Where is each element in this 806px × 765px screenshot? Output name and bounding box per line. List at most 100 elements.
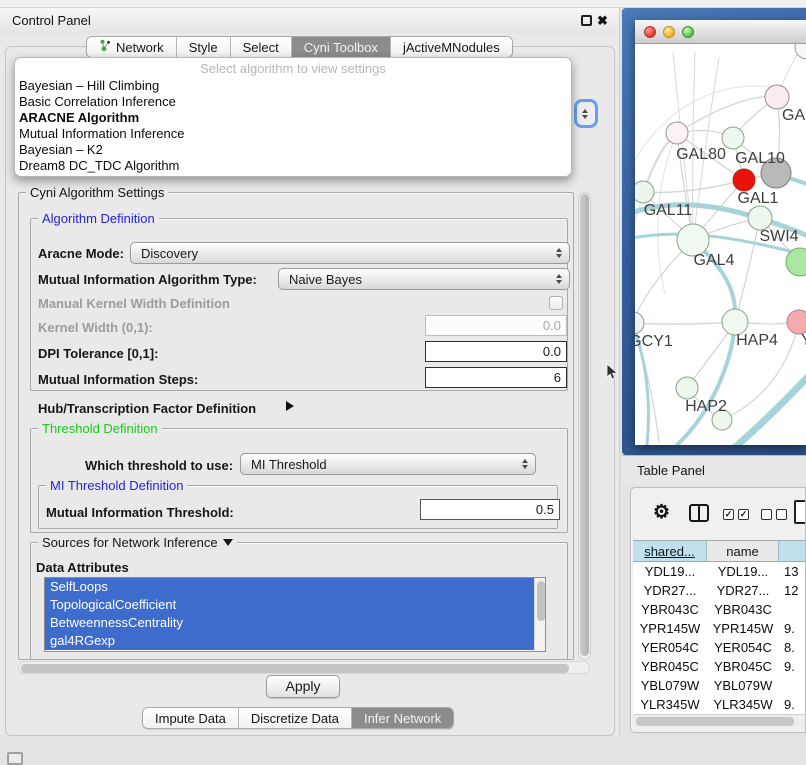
tab-network[interactable]: Network bbox=[87, 37, 176, 57]
combo-stepper-icon bbox=[582, 109, 588, 119]
table-horizontal-scrollbar[interactable] bbox=[633, 714, 805, 727]
bottom-tab-infer-network[interactable]: Infer Network bbox=[351, 708, 453, 728]
tab-style[interactable]: Style bbox=[176, 37, 230, 57]
attribute-item-gal4rgexp[interactable]: gal4RGexp bbox=[45, 632, 534, 650]
algorithm-option-mutual-information-inference[interactable]: Mutual Information Inference bbox=[15, 126, 571, 142]
network-node-label: GAL1 bbox=[738, 190, 779, 207]
table-row[interactable]: YDR27...YDR27...12 bbox=[633, 581, 806, 600]
table-cell bbox=[779, 600, 806, 619]
attributes-list-scrollbar[interactable] bbox=[534, 578, 545, 651]
tab-jactivemnodules[interactable]: jActiveMNodules bbox=[390, 37, 512, 57]
scrollbar-thumb[interactable] bbox=[636, 717, 794, 726]
algorithm-definition-title: Algorithm Definition bbox=[38, 211, 159, 226]
column-header-2[interactable] bbox=[779, 540, 806, 562]
network-node[interactable] bbox=[635, 312, 644, 334]
bottom-tabs: Impute DataDiscretize DataInfer Network bbox=[142, 707, 454, 729]
scrollbar-thumb[interactable] bbox=[537, 581, 545, 621]
kernel-width-label: Kernel Width (0,1): bbox=[38, 320, 153, 335]
attribute-item-selfloops[interactable]: SelfLoops bbox=[45, 578, 534, 596]
network-node-label: SWI4 bbox=[759, 228, 798, 245]
which-threshold-select[interactable]: MI Threshold bbox=[240, 453, 536, 475]
network-node-label: GCY1 bbox=[635, 333, 673, 350]
close-icon[interactable]: ✖ bbox=[597, 12, 608, 30]
mi-steps-label: Mutual Information Steps: bbox=[38, 372, 198, 387]
manual-kernel-width-checkbox[interactable] bbox=[549, 296, 563, 310]
columns-icon[interactable] bbox=[689, 504, 709, 522]
table-row[interactable]: YBL079WYBL079W bbox=[633, 676, 806, 695]
zoom-traffic-light-icon[interactable] bbox=[682, 26, 694, 38]
algorithm-option-aracne-algorithm[interactable]: ARACNE Algorithm bbox=[15, 110, 571, 126]
apply-button[interactable]: Apply bbox=[266, 675, 340, 698]
settings-horizontal-scrollbar[interactable] bbox=[18, 661, 590, 674]
expand-arrow-icon[interactable] bbox=[286, 401, 294, 411]
network-node[interactable] bbox=[787, 310, 806, 334]
table-cell: YDL19... bbox=[633, 562, 707, 581]
minimize-traffic-light-icon[interactable] bbox=[663, 26, 675, 38]
dpi-tolerance-label: DPI Tolerance [0,1]: bbox=[38, 346, 158, 361]
network-node[interactable] bbox=[676, 377, 698, 399]
table-cell: YPR145W bbox=[707, 619, 779, 638]
network-node[interactable] bbox=[795, 44, 806, 59]
network-window-titlebar[interactable] bbox=[635, 20, 806, 44]
collapsed-panel-icon[interactable] bbox=[7, 752, 23, 765]
mi-steps-field[interactable]: 6 bbox=[425, 367, 567, 388]
table-row[interactable]: YBR045CYBR045C9. bbox=[633, 657, 806, 676]
table-row[interactable]: YBR043CYBR043C bbox=[633, 600, 806, 619]
dpi-tolerance-field[interactable]: 0.0 bbox=[425, 341, 567, 362]
mi-algorithm-type-label: Mutual Information Algorithm Type: bbox=[38, 272, 257, 287]
attribute-item-betweennesscentrality[interactable]: BetweennessCentrality bbox=[45, 614, 534, 632]
gear-icon[interactable]: ⚙ bbox=[653, 502, 670, 524]
scrollbar-thumb[interactable] bbox=[580, 194, 589, 656]
mi-algorithm-type-select[interactable]: Naive Bayes bbox=[278, 268, 570, 290]
attribute-item-topologicalcoefficient[interactable]: TopologicalCoefficient bbox=[45, 596, 534, 614]
network-node-label: GAL4 bbox=[694, 252, 735, 269]
network-node[interactable] bbox=[765, 85, 789, 109]
sources-title[interactable]: Sources for Network Inference bbox=[42, 535, 218, 550]
network-canvas[interactable]: GALGAL80GAL10GAL1GAL11SWI4GAL4GCY1HAP4YH… bbox=[635, 44, 806, 445]
table-cell: YBR043C bbox=[707, 600, 779, 619]
tab-label: Select bbox=[243, 40, 279, 55]
network-node[interactable] bbox=[635, 181, 654, 203]
mi-threshold-label: Mutual Information Threshold: bbox=[46, 505, 234, 520]
combo-stepper-icon bbox=[556, 274, 562, 284]
mi-threshold-definition-title: MI Threshold Definition bbox=[46, 478, 187, 493]
table-rows: YDL19...YDL19...13YDR27...YDR27...12YBR0… bbox=[633, 562, 806, 714]
bottom-tab-impute-data[interactable]: Impute Data bbox=[143, 708, 238, 728]
column-header-shared[interactable]: shared... bbox=[633, 540, 707, 562]
settings-vertical-scrollbar[interactable] bbox=[578, 192, 591, 660]
table-row[interactable]: YPR145WYPR145W9. bbox=[633, 619, 806, 638]
collapse-arrow-icon[interactable] bbox=[223, 539, 233, 546]
unselect-all-columns-icon[interactable] bbox=[761, 509, 787, 520]
network-node[interactable] bbox=[748, 206, 772, 230]
table-row[interactable]: YLR345WYLR345W9. bbox=[633, 695, 806, 714]
close-traffic-light-icon[interactable] bbox=[644, 26, 656, 38]
float-panel-icon[interactable] bbox=[581, 15, 592, 26]
network-node[interactable] bbox=[733, 169, 755, 191]
tab-select[interactable]: Select bbox=[230, 37, 291, 57]
hub-definition-label[interactable]: Hub/Transcription Factor Definition bbox=[38, 401, 256, 416]
bottom-tab-discretize-data[interactable]: Discretize Data bbox=[238, 708, 351, 728]
table-row[interactable]: YDL19...YDL19...13 bbox=[633, 562, 806, 581]
export-table-icon[interactable] bbox=[794, 500, 806, 524]
algorithm-option-basic-correlation-inference[interactable]: Basic Correlation Inference bbox=[15, 94, 571, 110]
algorithm-option-dream8-dc-tdc-algorithm[interactable]: Dream8 DC_TDC Algorithm bbox=[15, 158, 571, 174]
table-cell: 9. bbox=[779, 619, 806, 638]
scrollbar-thumb[interactable] bbox=[21, 664, 569, 673]
algorithm-option-bayesian-hill-climbing[interactable]: Bayesian – Hill Climbing bbox=[15, 78, 571, 94]
network-node-label: GAL80 bbox=[676, 146, 726, 163]
manual-kernel-width-label: Manual Kernel Width Definition bbox=[38, 296, 230, 311]
network-node[interactable] bbox=[666, 122, 688, 144]
tab-cyni-toolbox[interactable]: Cyni Toolbox bbox=[291, 37, 390, 57]
aracne-mode-select[interactable]: Discovery bbox=[130, 242, 570, 264]
node-table: shared...name YDL19...YDL19...13YDR27...… bbox=[633, 540, 806, 714]
select-all-columns-icon[interactable]: ✓✓ bbox=[723, 509, 749, 520]
mi-algorithm-type-value: Naive Bayes bbox=[289, 272, 362, 287]
mi-threshold-field[interactable]: 0.5 bbox=[420, 499, 560, 520]
algorithm-combobox[interactable] bbox=[574, 99, 598, 128]
network-edge bbox=[635, 322, 735, 324]
data-attributes-list[interactable]: SelfLoopsTopologicalCoefficientBetweenne… bbox=[44, 577, 546, 652]
kernel-width-field[interactable]: 0.0 bbox=[425, 315, 567, 336]
algorithm-option-bayesian-k2[interactable]: Bayesian – K2 bbox=[15, 142, 571, 158]
column-header-name[interactable]: name bbox=[707, 540, 779, 562]
table-row[interactable]: YER054CYER054C8. bbox=[633, 638, 806, 657]
